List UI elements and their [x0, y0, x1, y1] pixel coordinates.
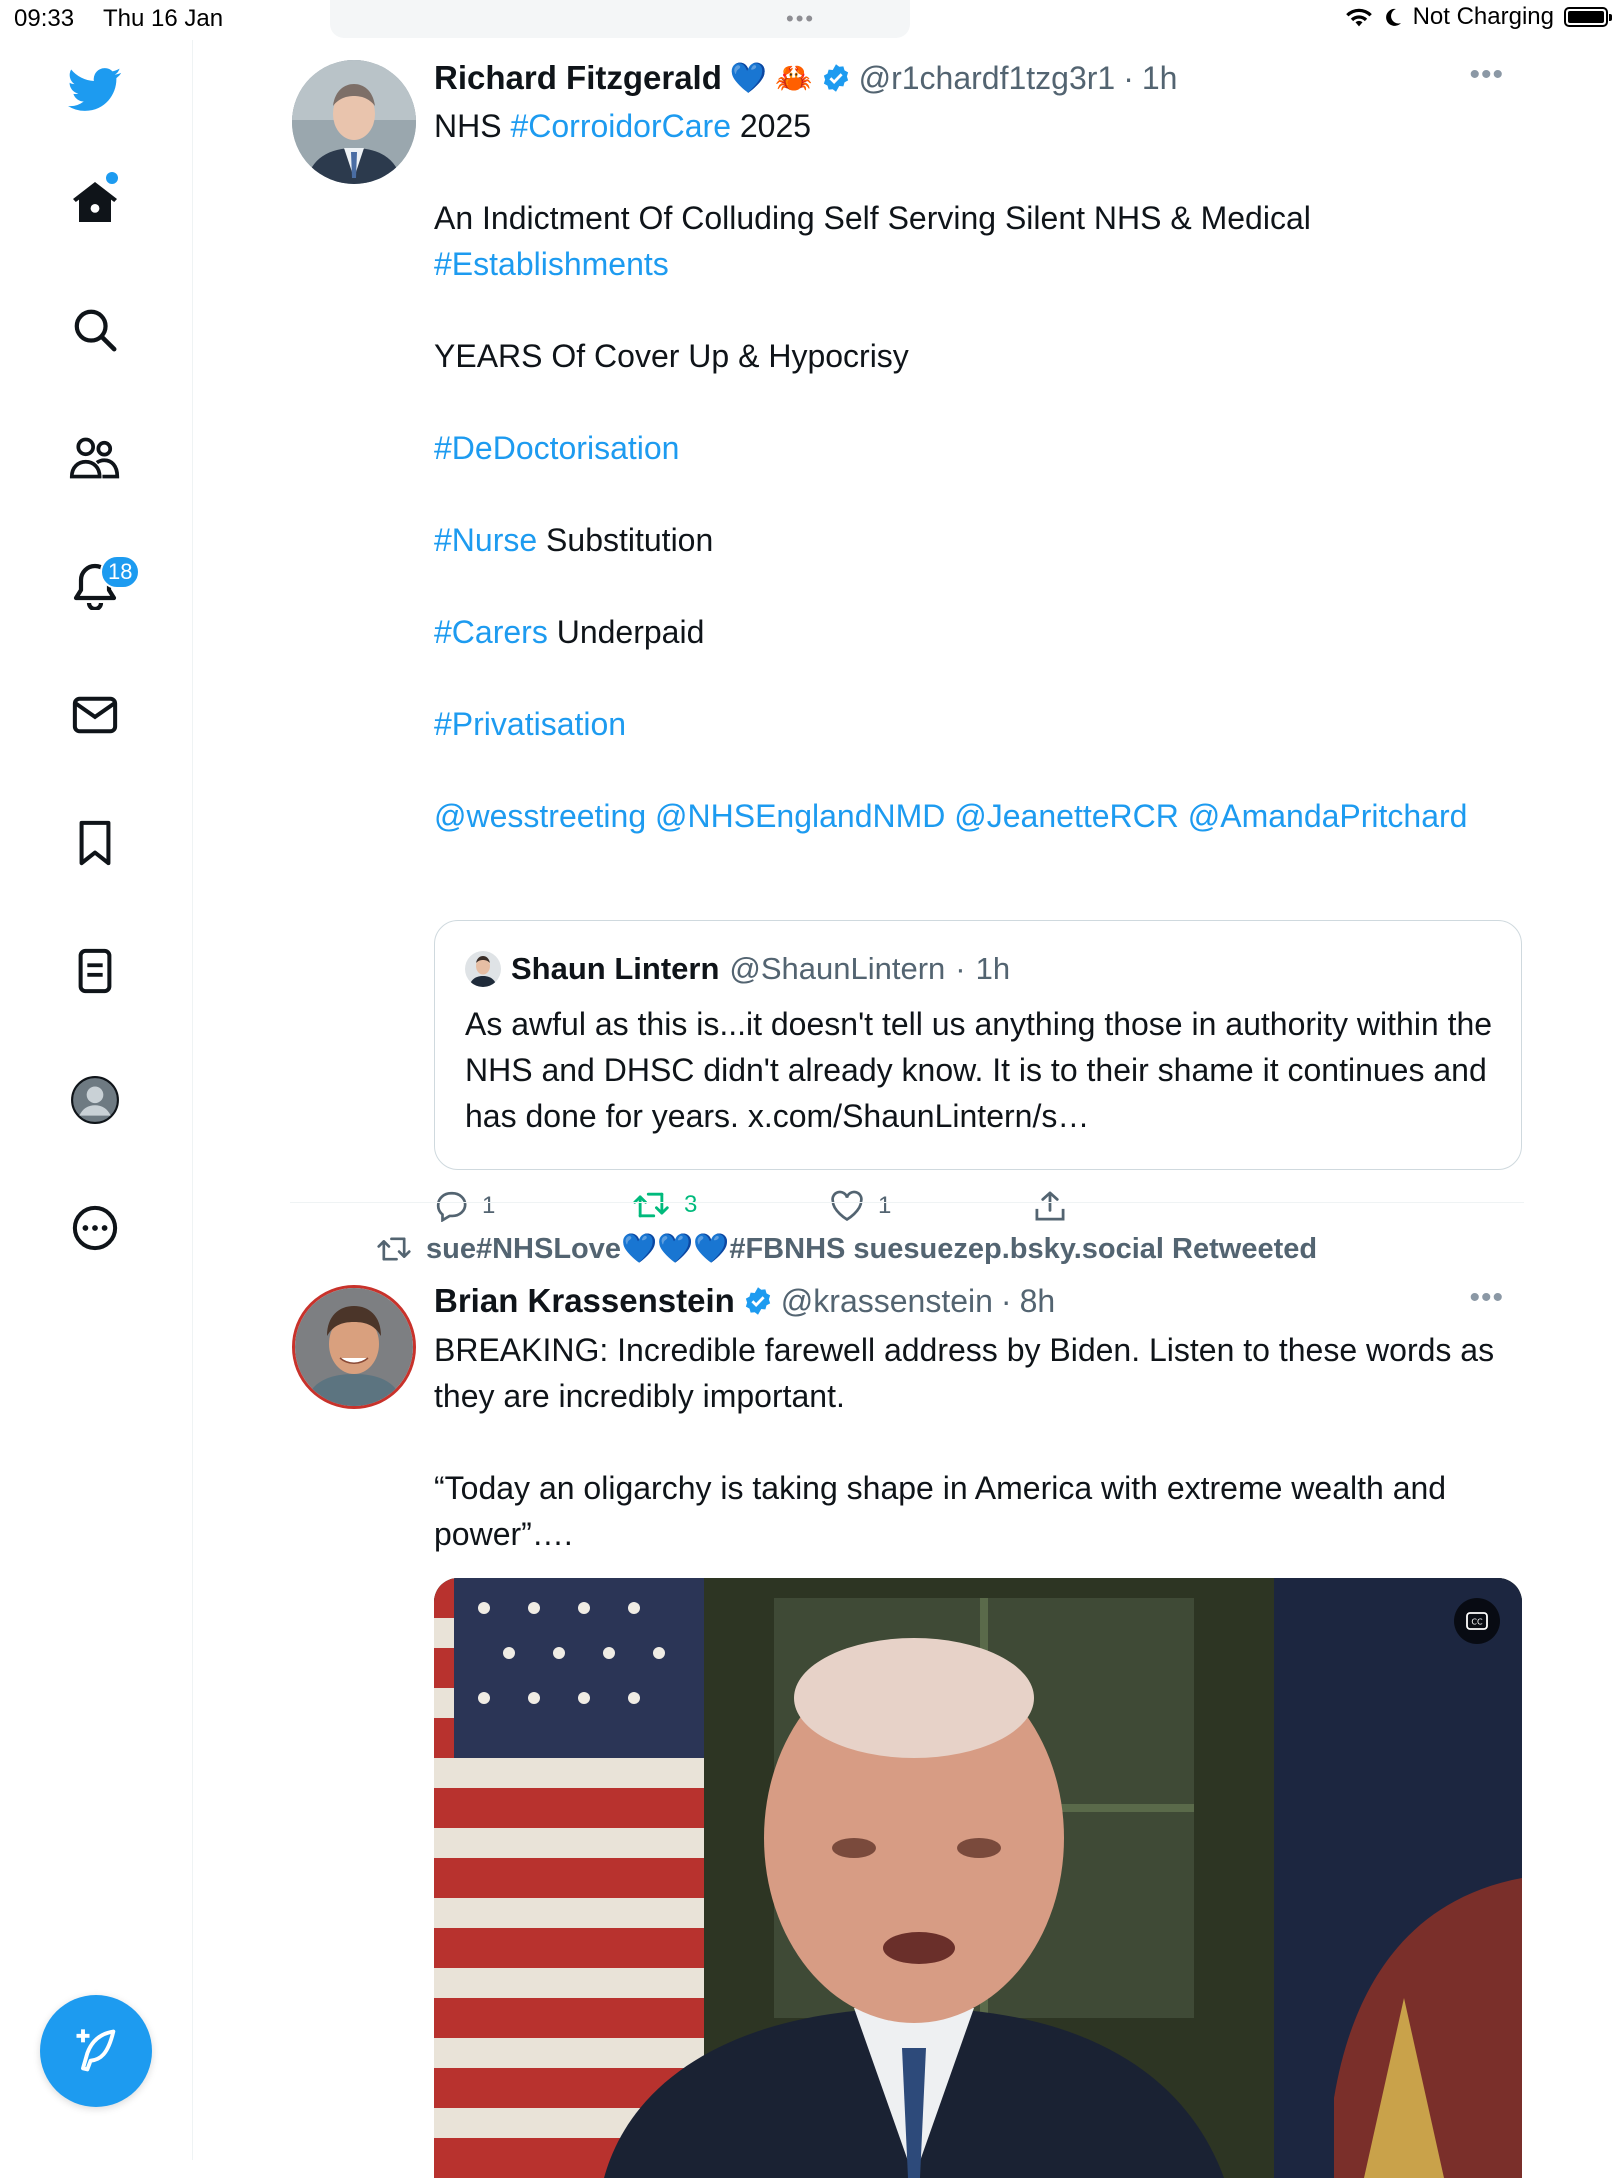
bookmark-icon[interactable]: [63, 811, 127, 875]
author-handle[interactable]: @r1chardf1tzg3r1: [859, 60, 1116, 97]
status-right: Not Charging: [1345, 3, 1612, 31]
profile-avatar-icon[interactable]: [63, 1068, 127, 1132]
blue-hearts-emoji: 💙💙💙: [621, 1233, 730, 1265]
author-name[interactable]: Brian Krassenstein: [434, 1282, 735, 1320]
twitter-logo-icon[interactable]: [63, 58, 127, 122]
author-avatar[interactable]: [292, 1285, 416, 1409]
closed-captions-icon: CC: [1466, 1612, 1488, 1630]
search-icon[interactable]: [63, 298, 127, 362]
heart-icon: [831, 1190, 863, 1222]
retweeter-name: sue#NHSLove: [426, 1233, 622, 1265]
retweet-icon: [377, 1237, 411, 1261]
quoted-tweet-time: 1h: [975, 951, 1011, 986]
tweet-header: Brian Krassenstein @krassenstein · 8h: [434, 1281, 1055, 1321]
tweet-text: YEARS Of Cover Up & Hypocrisy: [434, 338, 909, 374]
closed-captions-button[interactable]: CC: [1454, 1598, 1500, 1644]
tweet-body: BREAKING: Incredible farewell address by…: [434, 1327, 1524, 1603]
tweet-time[interactable]: 1h: [1142, 60, 1178, 97]
separator-dot: ·: [1123, 59, 1134, 96]
more-circle-icon[interactable]: [63, 1196, 127, 1260]
battery-icon: [1564, 7, 1612, 27]
share-button[interactable]: [1034, 1190, 1066, 1222]
tweet-text: “Today an oligarchy is taking shape in A…: [434, 1470, 1447, 1552]
tweet-more-options-icon[interactable]: •••: [1469, 58, 1504, 92]
hashtag-link[interactable]: #Carers: [434, 614, 548, 650]
hashtag-link[interactable]: #Establishments: [434, 246, 669, 282]
tweet-time[interactable]: 8h: [1020, 1283, 1056, 1320]
do-not-disturb-moon-icon: [1385, 8, 1401, 26]
hashtag-link[interactable]: #CorroidorCare: [510, 108, 731, 144]
hashtag-link[interactable]: #Nurse: [434, 522, 537, 558]
multitasking-dots-icon[interactable]: •••: [786, 6, 815, 32]
communities-icon[interactable]: [63, 426, 127, 490]
quoted-tweet-text: As awful as this is...it doesn't tell us…: [465, 1006, 1493, 1134]
retweeted-by-banner[interactable]: sue#NHSLove💙💙💙#FBNHS suesuezep.bsky.soci…: [376, 1232, 1317, 1266]
wifi-icon: [1345, 8, 1372, 27]
charging-status: Not Charging: [1412, 3, 1554, 30]
tweet-text: NHS: [434, 108, 511, 144]
reply-button[interactable]: 1: [434, 1190, 495, 1222]
tweet-text: Substitution: [537, 522, 714, 558]
notifications-count-badge: 18: [100, 555, 141, 589]
reply-icon: [436, 1191, 467, 1222]
verified-badge-icon: [823, 64, 848, 92]
author-avatar[interactable]: [292, 60, 416, 184]
author-name[interactable]: Richard Fitzgerald: [434, 59, 722, 97]
status-time: 09:33: [14, 5, 75, 32]
reply-count: 1: [482, 1192, 496, 1219]
compose-tweet-button[interactable]: [40, 1995, 152, 2107]
tweet-text: Underpaid: [547, 614, 705, 650]
quoted-author-avatar: [465, 951, 501, 987]
tweet-text: 2025: [730, 108, 812, 144]
video-frame: [434, 1578, 1522, 2178]
tweet-actions: 1 3 1: [434, 1190, 1134, 1230]
status-date: Thu 16 Jan: [103, 5, 224, 32]
lists-icon[interactable]: [63, 939, 127, 1003]
tweet-body: NHS #CorroidorCare 2025 An Indictment Of…: [434, 103, 1524, 885]
separator-dot: ·: [955, 951, 966, 986]
tweet-text: An Indictment Of Colluding Self Serving …: [434, 200, 1311, 236]
quoted-author-name: Shaun Lintern: [511, 951, 720, 986]
verified-badge-icon: [745, 1287, 770, 1315]
retweet-icon: [633, 1192, 669, 1218]
quoted-tweet-header: Shaun Lintern @ShaunLintern · 1h: [465, 951, 1010, 987]
home-new-indicator: [106, 172, 118, 184]
like-button[interactable]: 1: [830, 1190, 891, 1222]
tweet-more-options-icon[interactable]: •••: [1469, 1281, 1504, 1315]
tweet-text: BREAKING: Incredible farewell address by…: [434, 1332, 1495, 1414]
tweet-header: Richard Fitzgerald 💙 🦀 @r1chardf1tzg3r1 …: [434, 58, 1177, 98]
retweet-button[interactable]: 3: [632, 1190, 697, 1220]
hashtag-link[interactable]: #Privatisation: [434, 706, 626, 742]
separator-dot: ·: [1000, 1282, 1012, 1319]
hashtag-link[interactable]: #DeDoctorisation: [434, 430, 679, 466]
mention-links[interactable]: @wesstreeting @NHSEnglandNMD @JeanetteRC…: [434, 798, 1467, 834]
quoted-author-handle: @ShaunLintern: [729, 951, 946, 986]
tweet-video-player[interactable]: CC: [434, 1578, 1522, 2178]
retweeted-label: #FBNHS suesuezep.bsky.social Retweeted: [729, 1233, 1318, 1265]
svg-text:CC: CC: [1471, 1618, 1483, 1627]
tweet-divider: [290, 1202, 1524, 1203]
quoted-tweet[interactable]: Shaun Lintern @ShaunLintern · 1h As awfu…: [434, 920, 1522, 1170]
author-handle[interactable]: @krassenstein: [781, 1283, 993, 1320]
browser-top-bar: [330, 0, 910, 38]
messages-envelope-icon[interactable]: [63, 683, 127, 747]
blue-heart-emoji: 💙: [729, 61, 768, 95]
compose-feather-icon: [76, 2029, 116, 2072]
retweet-count: 3: [684, 1191, 698, 1218]
crab-emoji: 🦀: [775, 61, 813, 95]
like-count: 1: [878, 1192, 892, 1219]
status-bar: 09:33 Thu 16 Jan ••• Not Charging: [0, 0, 1620, 40]
share-upload-icon: [1035, 1191, 1065, 1221]
tweet-richard-fitzgerald[interactable]: Richard Fitzgerald 💙 🦀 @r1chardf1tzg3r1 …: [292, 58, 1524, 1222]
